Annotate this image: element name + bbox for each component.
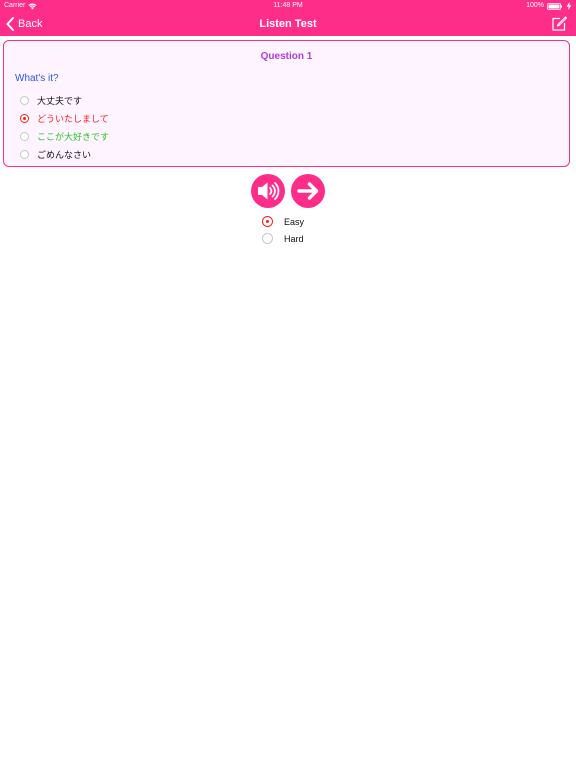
battery-percent: 100% [526,2,544,9]
navigation-bar: Back Listen Test [0,12,576,36]
playback-controls [0,174,576,208]
question-card: Question 1 What's it? 大丈夫です どういたしまして ここが… [3,40,570,167]
radio-button-selected[interactable] [20,113,29,123]
arrow-right-icon [297,182,319,200]
answer-label-wrong: どういたしまして [37,114,109,125]
answer-label: 大丈夫です [37,96,83,107]
difficulty-option-easy[interactable]: Easy [262,213,304,230]
charging-icon [566,2,572,10]
battery-icon [547,2,562,10]
difficulty-label: Hard [284,233,304,244]
difficulty-label: Easy [284,216,305,227]
answer-label-correct: ここが大好きです [37,132,110,143]
speaker-icon [258,182,280,200]
radio-button-selected[interactable] [262,216,273,227]
answer-label: ごめんなさい [37,150,92,161]
status-bar: Carrier 11:48 PM 100% [0,0,576,12]
top-bar: Carrier 11:48 PM 100% Back Listen Test [0,0,576,36]
question-title: Question 1 [260,51,313,62]
radio-button[interactable] [262,233,273,244]
question-prompt: What's it? [15,73,59,84]
difficulty-option-hard[interactable]: Hard [262,230,304,247]
status-time: 11:48 PM [273,2,303,9]
radio-button[interactable] [20,131,29,141]
difficulty-selector: Easy Hard [262,213,304,247]
next-question-button[interactable] [291,174,325,208]
answer-option[interactable]: ごめんなさい [20,145,109,163]
answer-option[interactable]: どういたしまして [20,109,109,127]
answer-option[interactable]: 大丈夫です [20,91,109,109]
compose-icon[interactable] [551,16,567,32]
answer-option[interactable]: ここが大好きです [20,127,109,145]
page-title: Listen Test [259,18,317,30]
radio-button[interactable] [20,95,29,105]
play-audio-button[interactable] [251,174,285,208]
radio-button[interactable] [20,149,29,159]
status-battery: 100% [526,0,572,12]
answer-options: 大丈夫です どういたしまして ここが大好きです ごめんなさい [20,91,109,163]
